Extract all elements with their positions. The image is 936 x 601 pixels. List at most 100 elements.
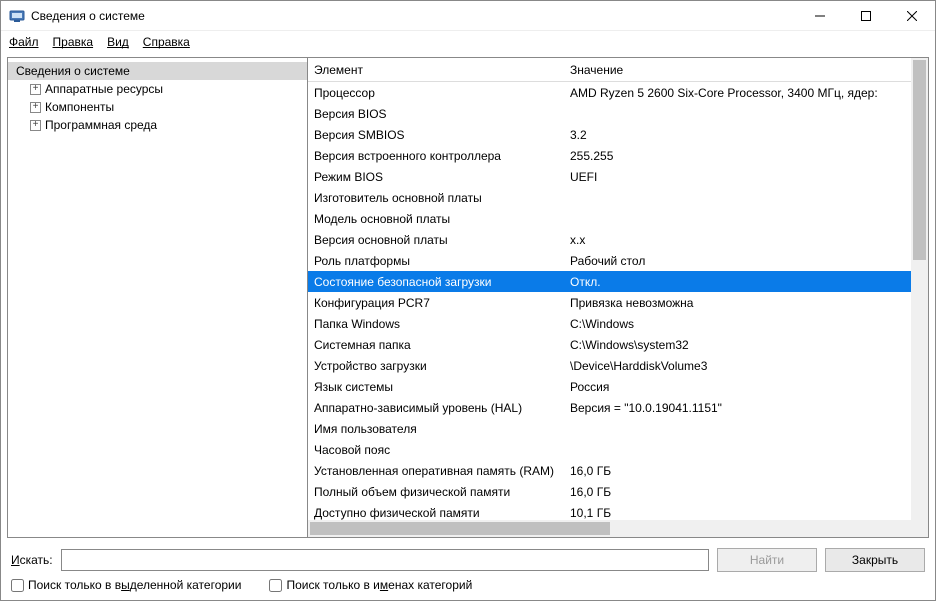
window-buttons <box>797 1 935 31</box>
menu-edit[interactable]: Правка <box>53 35 94 49</box>
cell-element: Версия основной платы <box>314 233 570 247</box>
cell-element: Процессор <box>314 86 570 100</box>
cell-element: Модель основной платы <box>314 212 570 226</box>
cell-element: Версия BIOS <box>314 107 570 121</box>
column-header-element[interactable]: Элемент <box>314 63 570 77</box>
cell-value: Привязка невозможна <box>570 296 928 310</box>
menu-file[interactable]: Файл <box>9 35 39 49</box>
cell-value: Россия <box>570 380 928 394</box>
menubar: Файл Правка Вид Справка <box>1 31 935 53</box>
close-search-button[interactable]: Закрыть <box>825 548 925 572</box>
list-body: ПроцессорAMD Ryzen 5 2600 Six-Core Proce… <box>308 82 928 537</box>
find-button[interactable]: Найти <box>717 548 817 572</box>
cell-value: Откл. <box>570 275 928 289</box>
list-row[interactable]: Режим BIOSUEFI <box>308 166 928 187</box>
cell-value: 16,0 ГБ <box>570 464 928 478</box>
cell-element: Язык системы <box>314 380 570 394</box>
cell-value: \Device\HarddiskVolume3 <box>570 359 928 373</box>
cell-element: Папка Windows <box>314 317 570 331</box>
search-row: Искать: Найти Закрыть <box>11 548 925 572</box>
list-row[interactable]: Изготовитель основной платы <box>308 187 928 208</box>
maximize-button[interactable] <box>843 1 889 31</box>
cell-element: Изготовитель основной платы <box>314 191 570 205</box>
menu-help[interactable]: Справка <box>143 35 190 49</box>
cell-element: Версия встроенного контроллера <box>314 149 570 163</box>
tree-pane: Сведения о системе + Аппаратные ресурсы … <box>8 58 308 537</box>
column-header-value[interactable]: Значение <box>570 63 928 77</box>
cell-element: Версия SMBIOS <box>314 128 570 142</box>
list-row[interactable]: Состояние безопасной загрузкиОткл. <box>308 271 928 292</box>
list-row[interactable]: Версия BIOS <box>308 103 928 124</box>
cell-element: Роль платформы <box>314 254 570 268</box>
list-row[interactable]: Роль платформыРабочий стол <box>308 250 928 271</box>
tree-item-label: Аппаратные ресурсы <box>45 82 163 96</box>
menu-view[interactable]: Вид <box>107 35 129 49</box>
search-options: Поиск только в выделенной категории Поис… <box>11 578 925 592</box>
cell-value: C:\Windows\system32 <box>570 338 928 352</box>
cell-value: Рабочий стол <box>570 254 928 268</box>
tree-item-software[interactable]: + Программная среда <box>8 116 307 134</box>
tree-item-hardware[interactable]: + Аппаратные ресурсы <box>8 80 307 98</box>
list-row[interactable]: Конфигурация PCR7Привязка невозможна <box>308 292 928 313</box>
cell-element: Режим BIOS <box>314 170 570 184</box>
tree-item-label: Программная среда <box>45 118 157 132</box>
expand-icon[interactable]: + <box>30 120 41 131</box>
cell-element: Системная папка <box>314 338 570 352</box>
cell-value: UEFI <box>570 170 928 184</box>
cell-element: Аппаратно-зависимый уровень (HAL) <box>314 401 570 415</box>
list-row[interactable]: Имя пользователя <box>308 418 928 439</box>
list-pane: Элемент Значение ПроцессорAMD Ryzen 5 26… <box>308 58 928 537</box>
window-title: Сведения о системе <box>31 9 797 23</box>
cell-value: 16,0 ГБ <box>570 485 928 499</box>
list-row[interactable]: Полный объем физической памяти16,0 ГБ <box>308 481 928 502</box>
tree-root-label: Сведения о системе <box>16 64 130 78</box>
cell-value: 10,1 ГБ <box>570 506 928 520</box>
list-row[interactable]: Устройство загрузки\Device\HarddiskVolum… <box>308 355 928 376</box>
content-area: Сведения о системе + Аппаратные ресурсы … <box>7 57 929 538</box>
close-button[interactable] <box>889 1 935 31</box>
list-row[interactable]: Установленная оперативная память (RAM)16… <box>308 460 928 481</box>
search-panel: Искать: Найти Закрыть Поиск только в выд… <box>1 542 935 600</box>
cell-value: 3.2 <box>570 128 928 142</box>
checkbox-selected-category[interactable] <box>11 579 24 592</box>
minimize-button[interactable] <box>797 1 843 31</box>
cell-element: Полный объем физической памяти <box>314 485 570 499</box>
cell-value: x.x <box>570 233 928 247</box>
scrollbar-thumb[interactable] <box>310 522 610 535</box>
tree-root[interactable]: Сведения о системе <box>8 62 307 80</box>
check-category-names[interactable]: Поиск только в именах категорий <box>269 578 472 592</box>
tree-item-components[interactable]: + Компоненты <box>8 98 307 116</box>
list-row[interactable]: Системная папкаC:\Windows\system32 <box>308 334 928 355</box>
list-row[interactable]: Часовой пояс <box>308 439 928 460</box>
checkbox-category-names[interactable] <box>269 579 282 592</box>
scroll-corner <box>911 520 928 537</box>
tree-item-label: Компоненты <box>45 100 114 114</box>
list-row[interactable]: Модель основной платы <box>308 208 928 229</box>
search-input[interactable] <box>61 549 709 571</box>
check-selected-category[interactable]: Поиск только в выделенной категории <box>11 578 241 592</box>
cell-element: Состояние безопасной загрузки <box>314 275 570 289</box>
list-row[interactable]: Версия встроенного контроллера255.255 <box>308 145 928 166</box>
list-header: Элемент Значение <box>308 58 928 82</box>
list-row[interactable]: Версия SMBIOS3.2 <box>308 124 928 145</box>
scrollbar-thumb[interactable] <box>913 60 926 260</box>
expand-icon[interactable]: + <box>30 84 41 95</box>
list-row[interactable]: ПроцессорAMD Ryzen 5 2600 Six-Core Proce… <box>308 82 928 103</box>
cell-element: Устройство загрузки <box>314 359 570 373</box>
app-icon <box>9 8 25 24</box>
expand-icon[interactable]: + <box>30 102 41 113</box>
cell-value: AMD Ryzen 5 2600 Six-Core Processor, 340… <box>570 86 928 100</box>
titlebar: Сведения о системе <box>1 1 935 31</box>
cell-element: Доступно физической памяти <box>314 506 570 520</box>
list-row[interactable]: Папка WindowsC:\Windows <box>308 313 928 334</box>
search-label: Искать: <box>11 553 53 567</box>
list-row[interactable]: Язык системыРоссия <box>308 376 928 397</box>
cell-element: Часовой пояс <box>314 443 570 457</box>
horizontal-scrollbar[interactable] <box>308 520 911 537</box>
vertical-scrollbar[interactable] <box>911 58 928 520</box>
cell-value: 255.255 <box>570 149 928 163</box>
list-row[interactable]: Аппаратно-зависимый уровень (HAL)Версия … <box>308 397 928 418</box>
cell-element: Конфигурация PCR7 <box>314 296 570 310</box>
cell-element: Установленная оперативная память (RAM) <box>314 464 570 478</box>
list-row[interactable]: Версия основной платыx.x <box>308 229 928 250</box>
